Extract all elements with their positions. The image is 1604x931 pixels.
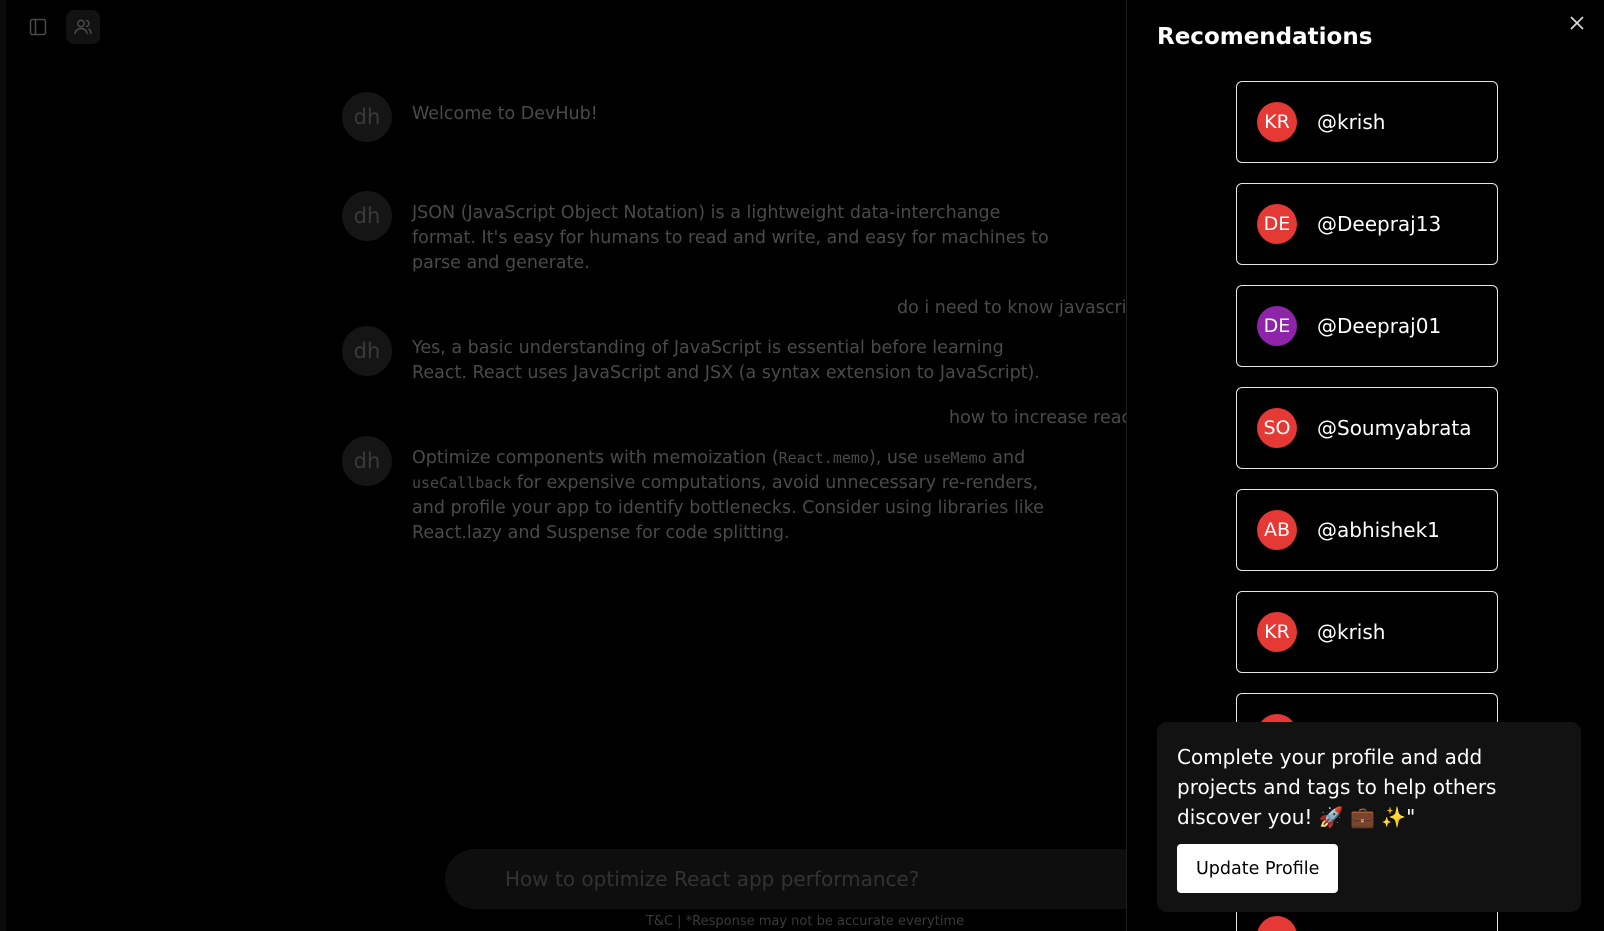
users-button[interactable] [66, 10, 100, 44]
bot-message-text: Optimize components with memoization (Re… [412, 436, 1052, 546]
recommendation-card[interactable]: AB @abhishek1 [1236, 489, 1498, 571]
bot-avatar: dh [342, 326, 392, 376]
update-profile-button[interactable]: Update Profile [1177, 844, 1339, 893]
user-avatar [1257, 916, 1297, 931]
left-edge [0, 0, 6, 931]
drawer-title: Recomendations [1157, 24, 1373, 50]
close-button[interactable] [1567, 13, 1587, 33]
code-snippet: React.memo [778, 449, 869, 467]
close-icon [1570, 16, 1584, 30]
recommendation-card[interactable]: SO @Soumyabrata [1236, 387, 1498, 469]
sidebar-toggle-icon [29, 18, 47, 36]
bot-message: dh Welcome to DevHub! [342, 92, 1052, 142]
recommendation-card[interactable]: KR @krish [1236, 591, 1498, 673]
user-avatar: AB [1257, 510, 1297, 550]
bot-message: dh Optimize components with memoization … [342, 436, 1052, 546]
chat-main: dh Welcome to DevHub! dh JSON (JavaScrip… [0, 0, 1126, 931]
user-avatar: KR [1257, 612, 1297, 652]
chat-input[interactable] [505, 867, 1126, 891]
user-avatar: DE [1257, 204, 1297, 244]
recommendation-card[interactable]: DE @Deepraj01 [1236, 285, 1498, 367]
user-avatar: DE [1257, 306, 1297, 346]
user-handle: @krish [1317, 620, 1386, 644]
recommendation-card[interactable]: KR @krish [1236, 81, 1498, 163]
popup-message: Complete your profile and add projects a… [1177, 745, 1497, 829]
user-message: do i need to know javascri [897, 298, 1126, 318]
footer-note: T&C | *Response may not be accurate ever… [645, 914, 965, 929]
user-handle: @Deepraj13 [1317, 212, 1442, 236]
complete-profile-popup: Complete your profile and add projects a… [1157, 722, 1581, 912]
user-handle: @krish [1317, 110, 1386, 134]
bot-message: dh Yes, a basic understanding of JavaScr… [342, 326, 1052, 386]
user-handle: @Deepraj01 [1317, 314, 1442, 338]
recommendation-card[interactable]: DE @Deepraj13 [1236, 183, 1498, 265]
code-snippet: useCallback [412, 474, 512, 492]
bot-message-text: Yes, a basic understanding of JavaScript… [412, 338, 1040, 383]
user-message: how to increase reac [949, 408, 1126, 428]
code-snippet: useMemo [923, 449, 987, 467]
user-avatar: KR [1257, 102, 1297, 142]
recommendations-drawer: Recomendations KR @krish DE @Deepraj13 D… [1126, 0, 1604, 931]
bot-avatar: dh [342, 436, 392, 486]
message-text-part: and [986, 448, 1026, 468]
bot-avatar: dh [342, 92, 392, 142]
bot-avatar: dh [342, 191, 392, 241]
user-handle: @Soumyabrata [1317, 416, 1472, 440]
bot-message-text: Welcome to DevHub! [412, 104, 598, 124]
message-text-part: Optimize components with memoization ( [412, 448, 779, 468]
bot-message: dh JSON (JavaScript Object Notation) is … [342, 191, 1052, 276]
users-icon [74, 19, 92, 35]
user-avatar: SO [1257, 408, 1297, 448]
sidebar-toggle-button[interactable] [21, 10, 55, 44]
user-handle: @abhishek1 [1317, 518, 1440, 542]
message-text-part: ), use [868, 448, 924, 468]
bot-message-text: JSON (JavaScript Object Notation) is a l… [412, 203, 1049, 273]
chat-input-container [445, 849, 1126, 909]
